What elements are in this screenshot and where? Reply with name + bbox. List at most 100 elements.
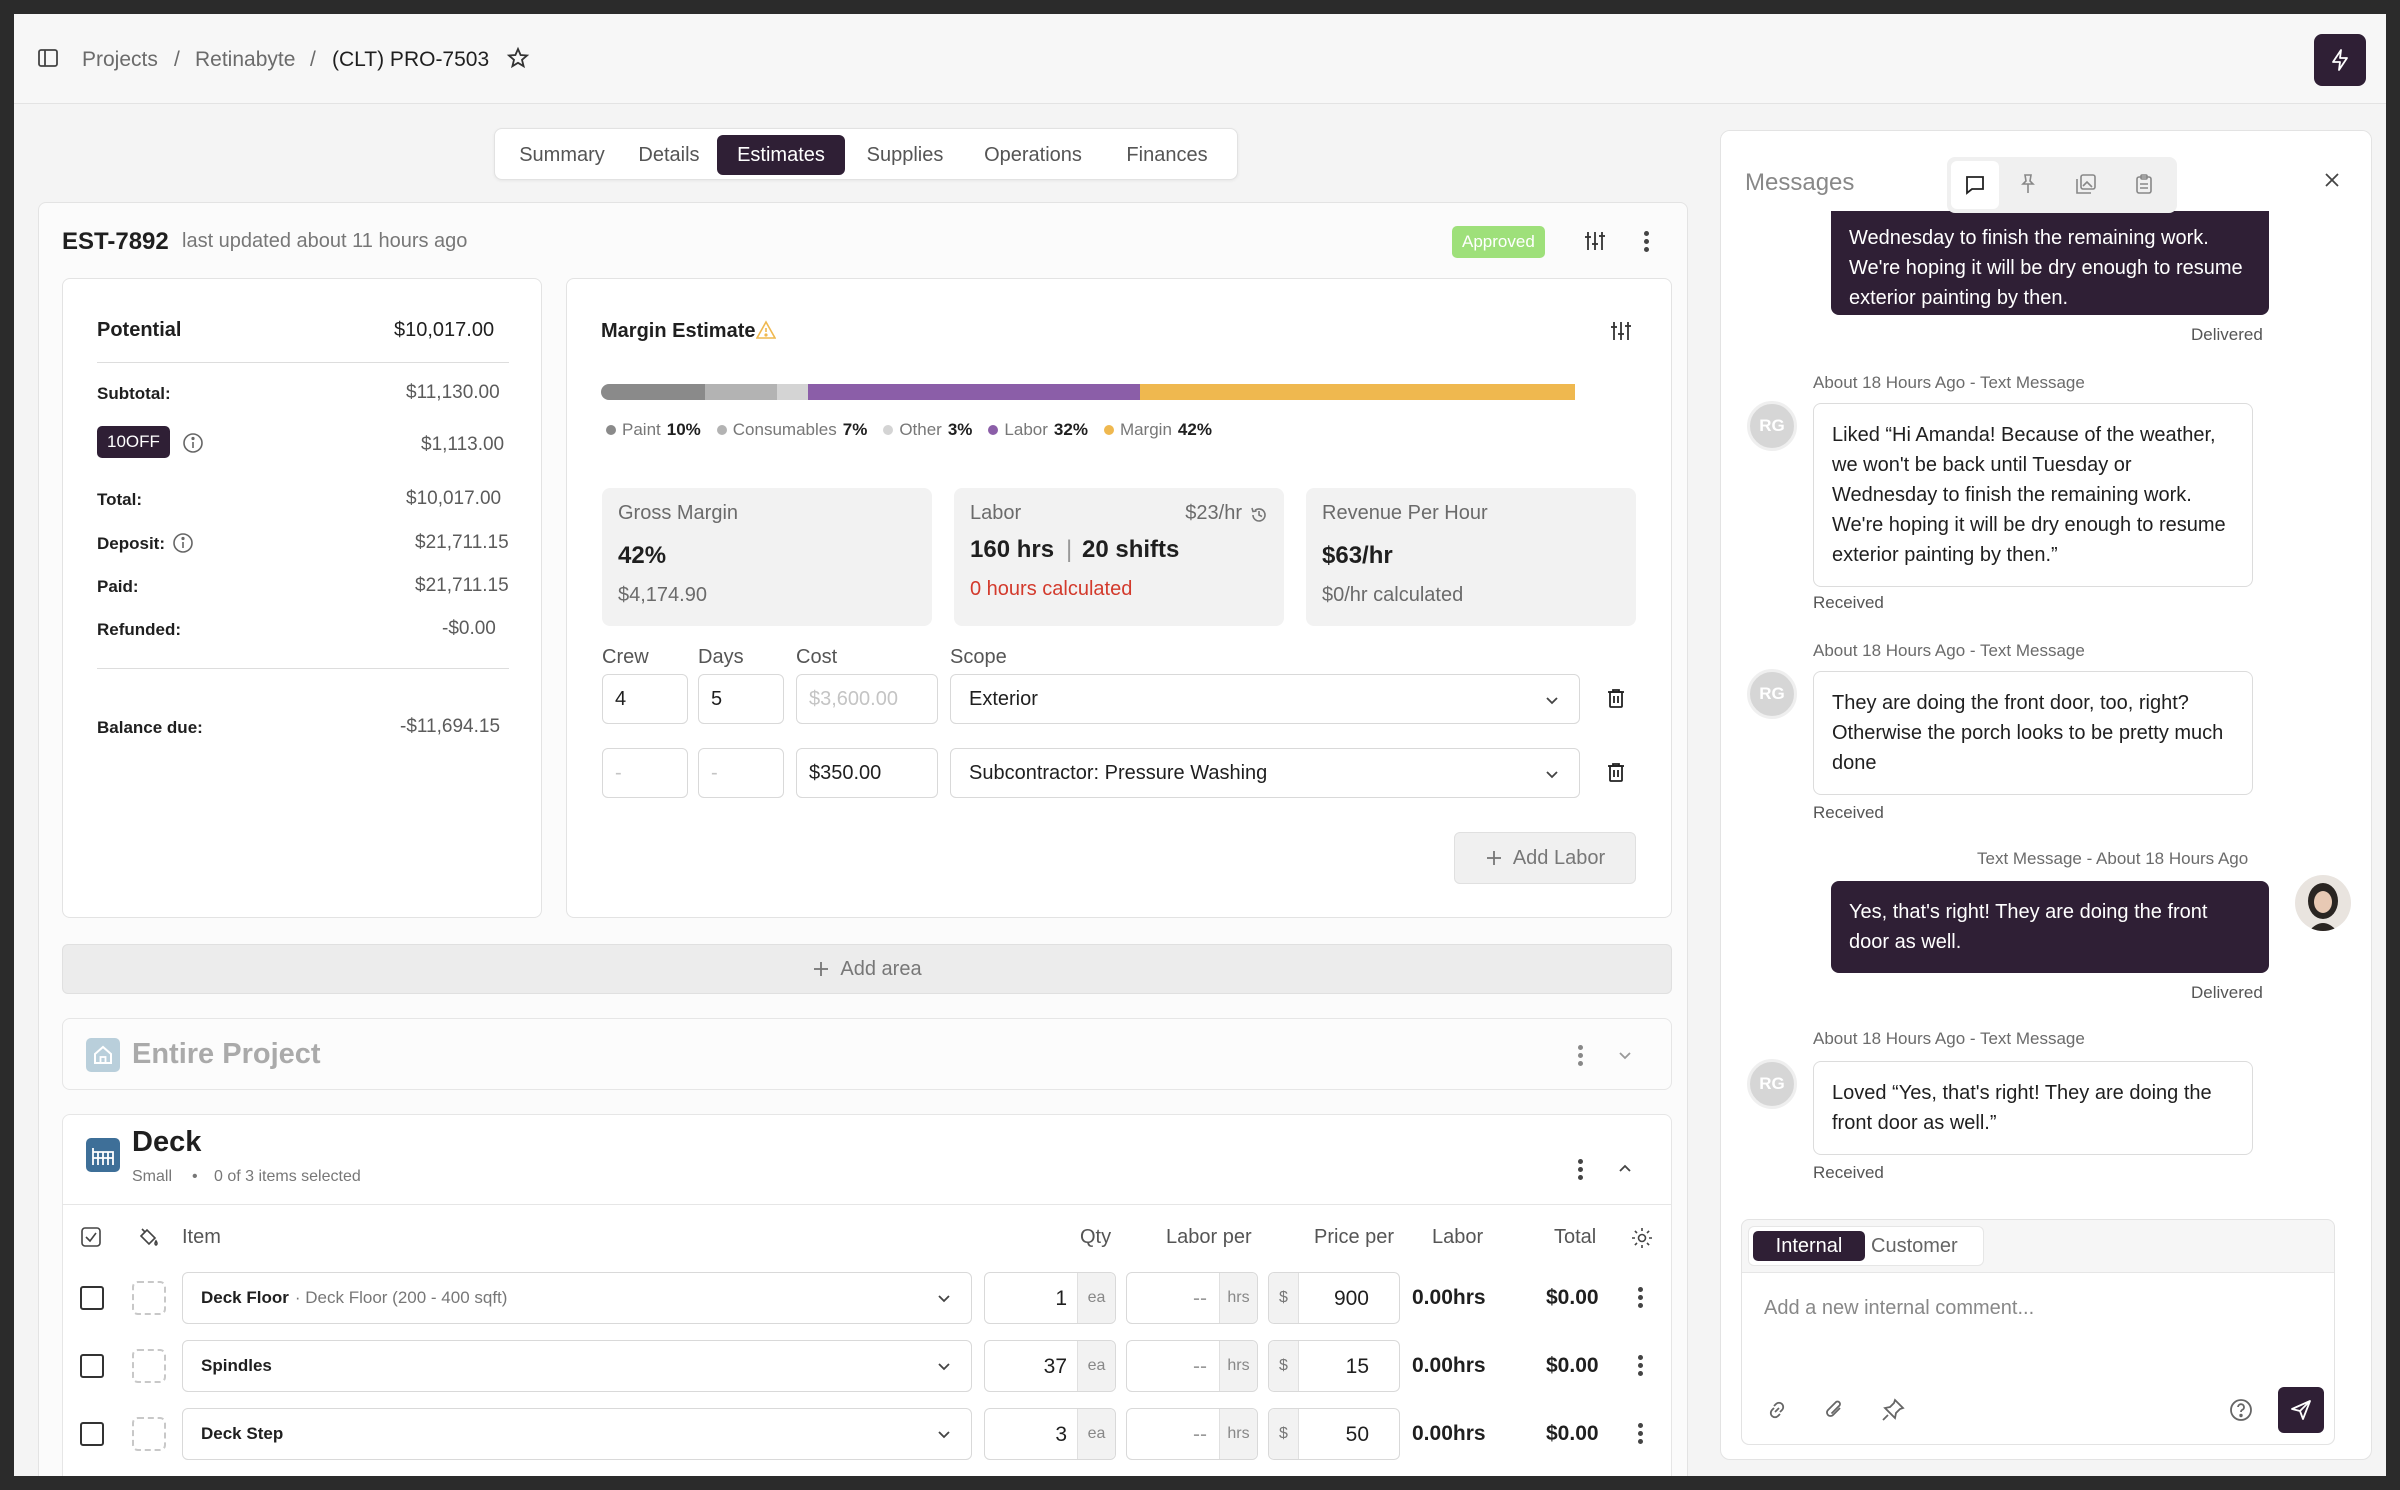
price-per-input[interactable]: $ 15 — [1268, 1340, 1400, 1392]
row-checkbox[interactable] — [80, 1286, 104, 1310]
estimate-menu-icon[interactable] — [1644, 228, 1650, 255]
trash-icon[interactable] — [1604, 686, 1628, 710]
legend-item-consumables: Consumables 7% — [716, 420, 867, 440]
section-menu-icon[interactable] — [1578, 1042, 1584, 1069]
row-checkbox[interactable] — [80, 1422, 104, 1446]
labor-per-input[interactable]: -- hrs — [1126, 1408, 1258, 1460]
item-select[interactable]: Deck Step — [182, 1408, 972, 1460]
add-area-label: Add area — [840, 957, 922, 980]
row-menu-icon[interactable] — [1638, 1420, 1644, 1447]
tab-internal[interactable]: Internal — [1753, 1231, 1865, 1261]
deck-selected-count: 0 of 3 items selected — [214, 1168, 361, 1185]
discount-code-badge[interactable]: 10OFF — [97, 426, 170, 458]
margin-segment-paint — [601, 384, 705, 400]
row-color-swatch[interactable] — [132, 1417, 166, 1451]
cost-input[interactable]: $350.00 — [796, 748, 938, 798]
legend-label: Labor — [1004, 420, 1048, 439]
paperclip-icon[interactable] — [1822, 1397, 1848, 1423]
gross-margin-percent: 42% — [618, 542, 667, 569]
link-icon[interactable] — [1764, 1397, 1790, 1423]
estimate-id: EST-7892 — [62, 228, 169, 255]
pin-icon[interactable] — [2017, 173, 2039, 195]
labor-per-value: -- — [1193, 1355, 1207, 1378]
breadcrumb-retinabyte[interactable]: Retinabyte — [195, 48, 295, 72]
pin-icon[interactable] — [1880, 1397, 1906, 1423]
crew-input[interactable]: 4 — [602, 674, 688, 724]
message-status: Received — [1813, 1163, 1884, 1182]
scope-select[interactable]: Exterior — [950, 674, 1580, 724]
scope-select-value: Exterior — [969, 687, 1038, 710]
help-icon[interactable] — [2228, 1397, 2254, 1423]
chevron-up-icon[interactable] — [1616, 1160, 1634, 1178]
info-icon[interactable] — [182, 432, 204, 454]
row-checkbox[interactable] — [80, 1354, 104, 1378]
tab-estimates[interactable]: Estimates — [717, 135, 845, 175]
labor-per-input[interactable]: -- hrs — [1126, 1272, 1258, 1324]
margin-segment-other — [777, 384, 809, 400]
history-icon[interactable] — [1250, 506, 1268, 524]
messages-title: Messages — [1745, 169, 1855, 196]
chevron-down-icon[interactable] — [1616, 1046, 1634, 1064]
sliders-icon[interactable] — [1610, 320, 1632, 342]
qty-input[interactable]: 3 ea — [984, 1408, 1116, 1460]
sidebar-toggle-icon[interactable] — [36, 46, 60, 70]
revenue-title: Revenue Per Hour — [1322, 502, 1488, 524]
item-select[interactable]: Deck Floor · Deck Floor (200 - 400 sqft) — [182, 1272, 972, 1324]
send-button[interactable] — [2278, 1387, 2324, 1433]
labor-tile: Labor $23/hr 160 hrs | 20 shifts 0 hours… — [954, 488, 1284, 626]
crew-input[interactable]: - — [602, 748, 688, 798]
labor-shifts: 20 shifts — [1082, 536, 1180, 563]
qty-input[interactable]: 37 ea — [984, 1340, 1116, 1392]
quick-actions-button[interactable] — [2314, 34, 2366, 86]
section-menu-icon[interactable] — [1578, 1156, 1584, 1183]
labor-per-input[interactable]: -- hrs — [1126, 1340, 1258, 1392]
trash-icon[interactable] — [1604, 760, 1628, 784]
gear-icon[interactable] — [1630, 1226, 1654, 1250]
col-item: Item — [182, 1226, 221, 1248]
messages-view-toggle — [1947, 157, 2177, 213]
clipboard-icon[interactable] — [2133, 173, 2155, 195]
price-per-input[interactable]: $ 900 — [1268, 1272, 1400, 1324]
days-input[interactable]: 5 — [698, 674, 784, 724]
sliders-icon[interactable] — [1584, 230, 1606, 252]
info-icon[interactable] — [172, 532, 194, 554]
tab-supplies[interactable]: Supplies — [849, 135, 961, 175]
close-icon[interactable] — [2321, 169, 2343, 191]
row-menu-icon[interactable] — [1638, 1352, 1644, 1379]
discount-value: $1,113.00 — [421, 434, 505, 455]
scope-select[interactable]: Subcontractor: Pressure Washing — [950, 748, 1580, 798]
add-area-button[interactable]: Add area — [62, 944, 1672, 994]
cost-input[interactable]: $3,600.00 — [796, 674, 938, 724]
tab-summary[interactable]: Summary — [503, 135, 621, 175]
tab-customer[interactable]: Customer — [1871, 1235, 1958, 1258]
balance-due-label: Balance due: — [97, 718, 203, 737]
row-color-swatch[interactable] — [132, 1281, 166, 1315]
paint-bucket-icon[interactable] — [136, 1226, 160, 1250]
col-total: Total — [1554, 1226, 1597, 1248]
item-select[interactable]: Spindles — [182, 1340, 972, 1392]
legend-dot — [883, 425, 894, 435]
row-color-swatch[interactable] — [132, 1349, 166, 1383]
tab-details[interactable]: Details — [625, 135, 713, 175]
col-labor-per: Labor per — [1166, 1226, 1252, 1248]
comment-input[interactable]: Add a new internal comment... — [1764, 1297, 2034, 1320]
tab-operations[interactable]: Operations — [965, 135, 1101, 175]
select-all-checkbox-icon[interactable] — [80, 1226, 102, 1248]
labor-per-unit: hrs — [1219, 1409, 1257, 1459]
breadcrumb-projects[interactable]: Projects — [82, 48, 158, 72]
price-per-input[interactable]: $ 50 — [1268, 1408, 1400, 1460]
home-icon — [86, 1038, 120, 1072]
row-menu-icon[interactable] — [1638, 1284, 1644, 1311]
deck-title: Deck — [132, 1126, 202, 1158]
margin-segment-consumables — [704, 384, 778, 400]
add-labor-button[interactable]: Add Labor — [1454, 832, 1636, 884]
labor-hours: 160 hrs — [970, 536, 1055, 563]
plus-icon — [812, 960, 830, 978]
subtotal-value: $11,130.00 — [406, 382, 500, 403]
tab-finances[interactable]: Finances — [1105, 135, 1229, 175]
days-input[interactable]: - — [698, 748, 784, 798]
qty-input[interactable]: 1 ea — [984, 1272, 1116, 1324]
chat-view-button[interactable] — [1951, 161, 1999, 209]
gallery-icon[interactable] — [2075, 173, 2097, 195]
star-icon[interactable] — [506, 46, 530, 70]
